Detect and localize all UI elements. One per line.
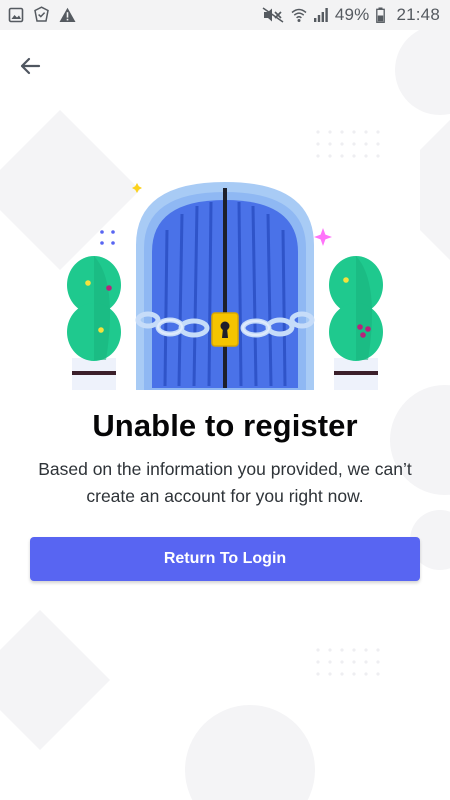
return-to-login-button[interactable]: Return To Login <box>30 537 420 581</box>
background-decoration <box>0 25 450 800</box>
back-button[interactable] <box>10 46 50 86</box>
status-bar-system: 49% 21:48 <box>262 0 440 30</box>
padlock-icon <box>211 312 239 347</box>
unable-to-register-screen: 49% 21:48 Unable to register Based on th… <box>0 0 450 800</box>
signal-icon <box>313 7 328 23</box>
status-bar: 49% 21:48 <box>0 0 450 30</box>
page-description: Based on the information you provided, w… <box>38 459 412 506</box>
gallery-icon <box>8 7 24 23</box>
left-plant <box>67 256 121 390</box>
right-plant <box>329 256 383 390</box>
battery-icon <box>376 7 386 23</box>
battery-percentage: 49% <box>334 5 370 24</box>
sparkle-blue-icon <box>100 230 115 245</box>
page-title: Unable to register <box>92 408 358 443</box>
wifi-icon <box>291 7 307 23</box>
sparkle-yellow-icon <box>132 183 142 193</box>
mute-icon <box>262 7 284 23</box>
locked-door-illustration <box>67 182 383 390</box>
shield-check-icon <box>33 6 50 23</box>
arrow-left-icon <box>20 57 41 75</box>
sparkle-pink-icon <box>314 228 332 246</box>
warning-icon <box>59 7 76 23</box>
status-bar-clock: 21:48 <box>396 5 440 24</box>
status-bar-notifications <box>8 6 76 23</box>
